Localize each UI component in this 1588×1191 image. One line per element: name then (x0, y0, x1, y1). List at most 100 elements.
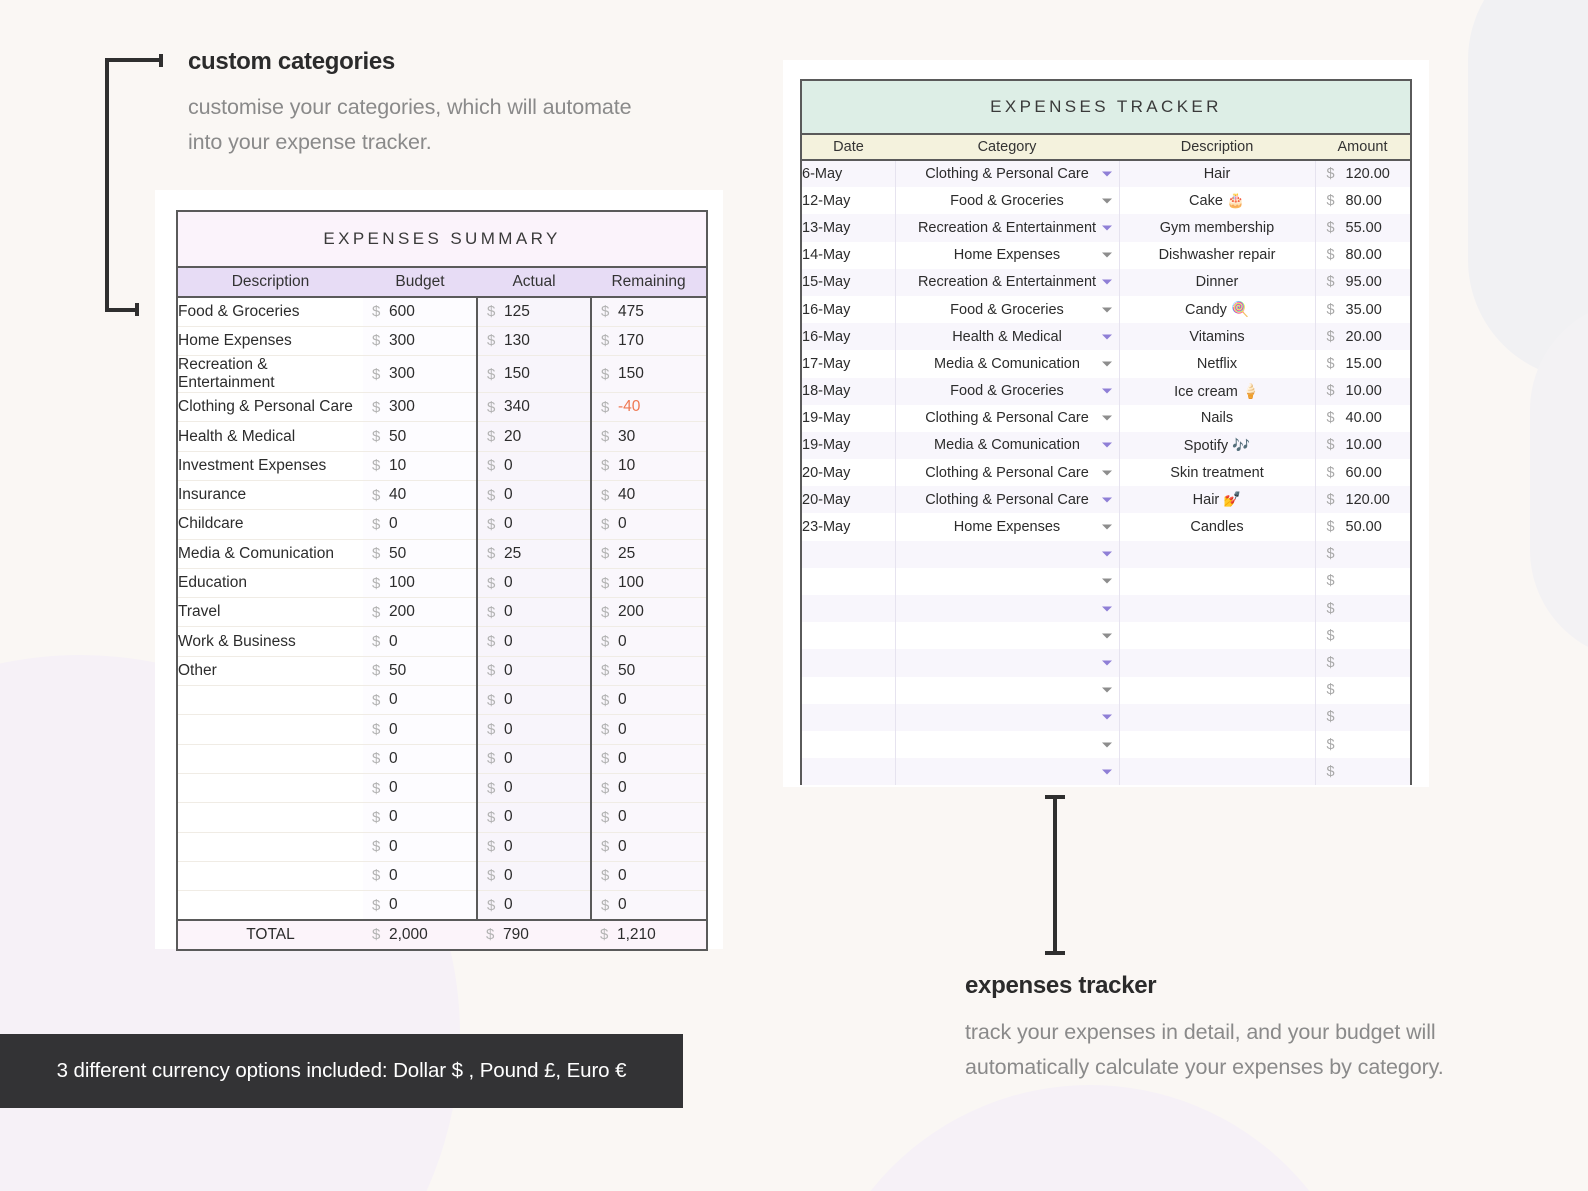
tracker-row[interactable]: 13-May Recreation & Entertainment Gym memb… (800, 214, 1413, 242)
tracker-cell-amount[interactable]: $10.00 (1315, 431, 1413, 460)
tracker-cell-amount[interactable]: $15.00 (1315, 350, 1413, 378)
chevron-down-icon[interactable] (1101, 687, 1112, 693)
summary-row[interactable]: Home Expenses $300 $130 $170 (176, 326, 709, 357)
chevron-down-icon[interactable] (1101, 578, 1112, 584)
tracker-cell-category[interactable]: Recreation & Entertainment (895, 268, 1120, 296)
summary-cell-remaining[interactable]: $0 (591, 714, 709, 745)
summary-cell-budget[interactable]: $600 (363, 297, 478, 327)
tracker-cell-amount[interactable]: $ (1315, 730, 1413, 759)
summary-cell-description[interactable]: Education (176, 568, 363, 599)
tracker-cell-amount[interactable]: $ (1315, 540, 1413, 568)
summary-cell-remaining[interactable]: $0 (591, 626, 709, 657)
tracker-row[interactable]: 23-May Home Expenses Candles $50.00 (800, 513, 1413, 541)
chevron-down-icon[interactable] (1101, 714, 1112, 720)
summary-row[interactable]: Media & Comunication $50 $25 $25 (176, 539, 709, 569)
tracker-cell-category[interactable]: Clothing & Personal Care (895, 160, 1120, 188)
tracker-cell-date[interactable]: 19-May (800, 404, 896, 432)
tracker-cell-description[interactable]: Vitamins (1119, 323, 1316, 351)
summary-cell-actual[interactable]: $0 (477, 597, 592, 628)
summary-cell-actual[interactable]: $0 (477, 568, 592, 599)
tracker-cell-amount[interactable]: $ (1315, 703, 1413, 731)
tracker-cell-category[interactable]: Clothing & Personal Care (895, 459, 1120, 487)
summary-cell-description[interactable]: Other (176, 656, 363, 687)
tracker-cell-date[interactable] (800, 595, 896, 623)
tracker-cell-description[interactable]: Gym membership (1119, 214, 1316, 242)
summary-cell-actual[interactable]: $130 (477, 326, 592, 357)
summary-cell-actual[interactable]: $150 (477, 355, 592, 394)
tracker-cell-amount[interactable]: $40.00 (1315, 404, 1413, 432)
tracker-cell-amount[interactable]: $ (1315, 567, 1413, 595)
tracker-cell-date[interactable]: 15-May (800, 268, 896, 296)
summary-row[interactable]: $0 $0 $0 (176, 744, 709, 774)
summary-cell-remaining[interactable]: $10 (591, 451, 709, 481)
summary-cell-actual[interactable]: $0 (477, 480, 592, 511)
tracker-cell-description[interactable] (1119, 676, 1316, 704)
summary-cell-actual[interactable]: $20 (477, 421, 592, 452)
summary-row[interactable]: $0 $0 $0 (176, 773, 709, 804)
summary-cell-budget[interactable]: $50 (363, 421, 478, 452)
summary-cell-budget[interactable]: $0 (363, 744, 478, 774)
summary-cell-actual[interactable]: $25 (477, 539, 592, 569)
summary-cell-remaining[interactable]: $0 (591, 832, 709, 862)
tracker-cell-category[interactable]: Food & Groceries (895, 295, 1120, 324)
summary-cell-budget[interactable]: $40 (363, 480, 478, 511)
tracker-cell-amount[interactable]: $80.00 (1315, 241, 1413, 269)
summary-cell-budget[interactable]: $200 (363, 597, 478, 628)
summary-row[interactable]: $0 $0 $0 (176, 714, 709, 745)
chevron-down-icon[interactable] (1101, 524, 1112, 530)
summary-cell-actual[interactable]: $0 (477, 861, 592, 892)
tracker-row[interactable]: 19-May Clothing & Personal Care Nails $40.0… (800, 404, 1413, 432)
summary-cell-actual[interactable]: $0 (477, 714, 592, 745)
summary-cell-actual[interactable]: $0 (477, 685, 592, 716)
summary-cell-budget[interactable]: $100 (363, 568, 478, 599)
tracker-cell-description[interactable]: Candles (1119, 513, 1316, 541)
tracker-row[interactable]: $ (800, 703, 1413, 731)
tracker-cell-category[interactable]: Home Expenses (895, 513, 1120, 541)
tracker-cell-date[interactable] (800, 758, 896, 786)
summary-cell-remaining[interactable]: $0 (591, 744, 709, 774)
tracker-cell-description[interactable]: Hair 💅 (1119, 486, 1316, 514)
tracker-cell-amount[interactable]: $20.00 (1315, 323, 1413, 351)
summary-cell-description[interactable]: Investment Expenses (176, 451, 363, 481)
tracker-cell-date[interactable] (800, 622, 896, 650)
summary-cell-budget[interactable]: $0 (363, 685, 478, 716)
tracker-cell-date[interactable]: 12-May (800, 187, 896, 215)
chevron-down-icon[interactable] (1101, 388, 1112, 394)
summary-cell-remaining[interactable]: $0 (591, 685, 709, 716)
tracker-cell-description[interactable] (1119, 567, 1316, 595)
tracker-cell-description[interactable]: Cake 🎂 (1119, 187, 1316, 215)
chevron-down-icon[interactable] (1101, 361, 1112, 367)
chevron-down-icon[interactable] (1101, 225, 1112, 231)
chevron-down-icon[interactable] (1101, 198, 1112, 204)
chevron-down-icon[interactable] (1101, 633, 1112, 639)
summary-cell-actual[interactable]: $0 (477, 890, 592, 921)
summary-cell-actual[interactable]: $340 (477, 392, 592, 423)
tracker-cell-category[interactable] (895, 703, 1120, 731)
summary-cell-actual[interactable]: $0 (477, 832, 592, 862)
tracker-cell-description[interactable]: Dinner (1119, 268, 1316, 296)
summary-row[interactable]: Education $100 $0 $100 (176, 568, 709, 599)
tracker-row[interactable]: 16-May Health & Medical Vitamins $20.00 (800, 323, 1413, 351)
tracker-cell-category[interactable] (895, 540, 1120, 568)
tracker-cell-date[interactable] (800, 567, 896, 595)
tracker-cell-date[interactable] (800, 676, 896, 704)
summary-cell-description[interactable] (176, 744, 363, 774)
chevron-down-icon[interactable] (1101, 171, 1112, 177)
tracker-row[interactable]: 16-May Food & Groceries Candy 🍭 $35.00 (800, 295, 1413, 324)
tracker-cell-category[interactable] (895, 649, 1120, 677)
summary-cell-description[interactable]: Food & Groceries (176, 297, 363, 327)
summary-row[interactable]: Health & Medical $50 $20 $30 (176, 421, 709, 452)
chevron-down-icon[interactable] (1101, 252, 1112, 258)
summary-cell-remaining[interactable]: $0 (591, 802, 709, 833)
tracker-row[interactable]: $ (800, 567, 1413, 595)
summary-cell-budget[interactable]: $0 (363, 626, 478, 657)
tracker-cell-category[interactable]: Health & Medical (895, 323, 1120, 351)
summary-row[interactable]: Childcare $0 $0 $0 (176, 509, 709, 540)
summary-row[interactable]: Clothing & Personal Care $300 $340 $ -40 (176, 392, 709, 423)
summary-cell-remaining[interactable]: $30 (591, 421, 709, 452)
tracker-cell-date[interactable]: 20-May (800, 459, 896, 487)
tracker-cell-amount[interactable]: $95.00 (1315, 268, 1413, 296)
summary-cell-description[interactable]: Work & Business (176, 626, 363, 657)
tracker-cell-description[interactable]: Hair (1119, 160, 1316, 188)
tracker-cell-date[interactable]: 23-May (800, 513, 896, 541)
